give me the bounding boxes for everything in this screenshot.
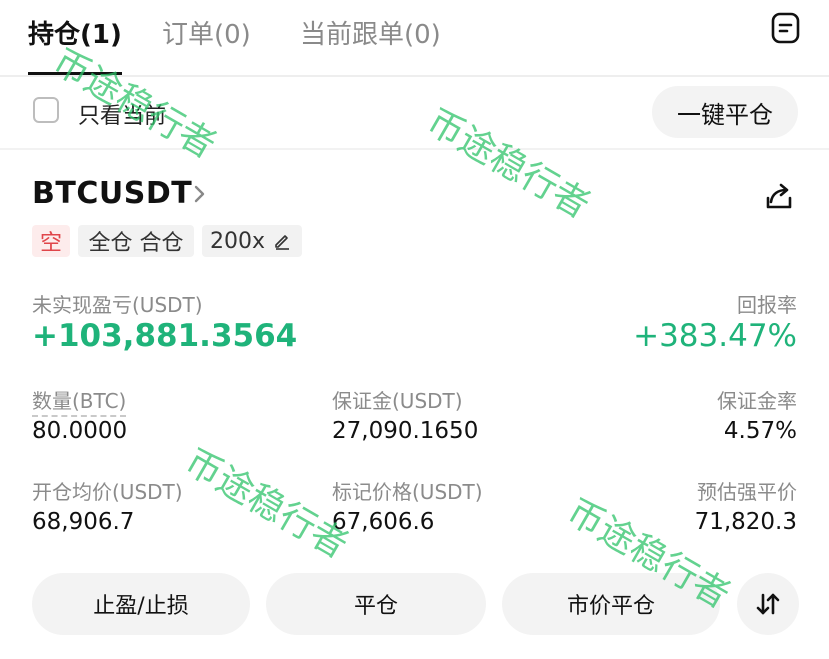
margin-ratio-label: 保证金率 (717, 389, 797, 413)
margin-mode-tag: 全仓 合仓 (78, 225, 194, 257)
quantity-label[interactable]: 数量(BTC) (32, 389, 127, 417)
mark-price-value: 67,606.6 (332, 509, 435, 535)
quantity-value: 80.0000 (32, 418, 128, 444)
only-current-checkbox[interactable] (33, 97, 59, 123)
document-list-icon[interactable] (770, 12, 802, 44)
filter-divider (0, 148, 829, 150)
chevron-right-icon[interactable] (190, 182, 210, 206)
share-icon[interactable] (762, 180, 796, 214)
reverse-position-button[interactable] (737, 573, 799, 635)
side-short-tag: 空 (32, 225, 70, 257)
unrealized-pnl-value: +103,881.3564 (32, 318, 298, 354)
entry-price-value: 68,906.7 (32, 509, 135, 535)
leverage-value: 200x (210, 228, 266, 254)
roe-label: 回报率 (737, 293, 797, 317)
margin-value: 27,090.1650 (332, 418, 479, 444)
tab-positions[interactable]: 持仓(1) (28, 14, 122, 51)
roe-value: +383.47% (633, 318, 797, 354)
swap-arrows-icon (753, 589, 783, 619)
tabs-divider (0, 75, 829, 77)
leverage-tag[interactable]: 200x (202, 225, 302, 257)
mark-price-label: 标记价格(USDT) (332, 480, 483, 504)
tab-orders[interactable]: 订单(0) (162, 14, 251, 51)
edit-pencil-icon[interactable] (273, 232, 291, 250)
market-close-button[interactable]: 市价平仓 (502, 573, 720, 635)
liq-price-label: 预估强平价 (697, 480, 797, 504)
tp-sl-button[interactable]: 止盈/止损 (32, 573, 250, 635)
margin-label: 保证金(USDT) (332, 389, 463, 413)
unrealized-pnl-label: 未实现盈亏(USDT) (32, 293, 203, 317)
entry-price-label: 开仓均价(USDT) (32, 480, 183, 504)
close-position-button[interactable]: 平仓 (266, 573, 486, 635)
only-current-label: 只看当前 (78, 104, 167, 129)
liq-price-value: 71,820.3 (694, 509, 797, 535)
watermark-text: 币途稳行者 (420, 101, 597, 227)
close-all-button[interactable]: 一键平仓 (652, 86, 798, 138)
position-symbol[interactable]: BTCUSDT (32, 176, 192, 211)
tab-copy-trading[interactable]: 当前跟单(0) (300, 14, 441, 51)
margin-ratio-value: 4.57% (723, 418, 797, 444)
